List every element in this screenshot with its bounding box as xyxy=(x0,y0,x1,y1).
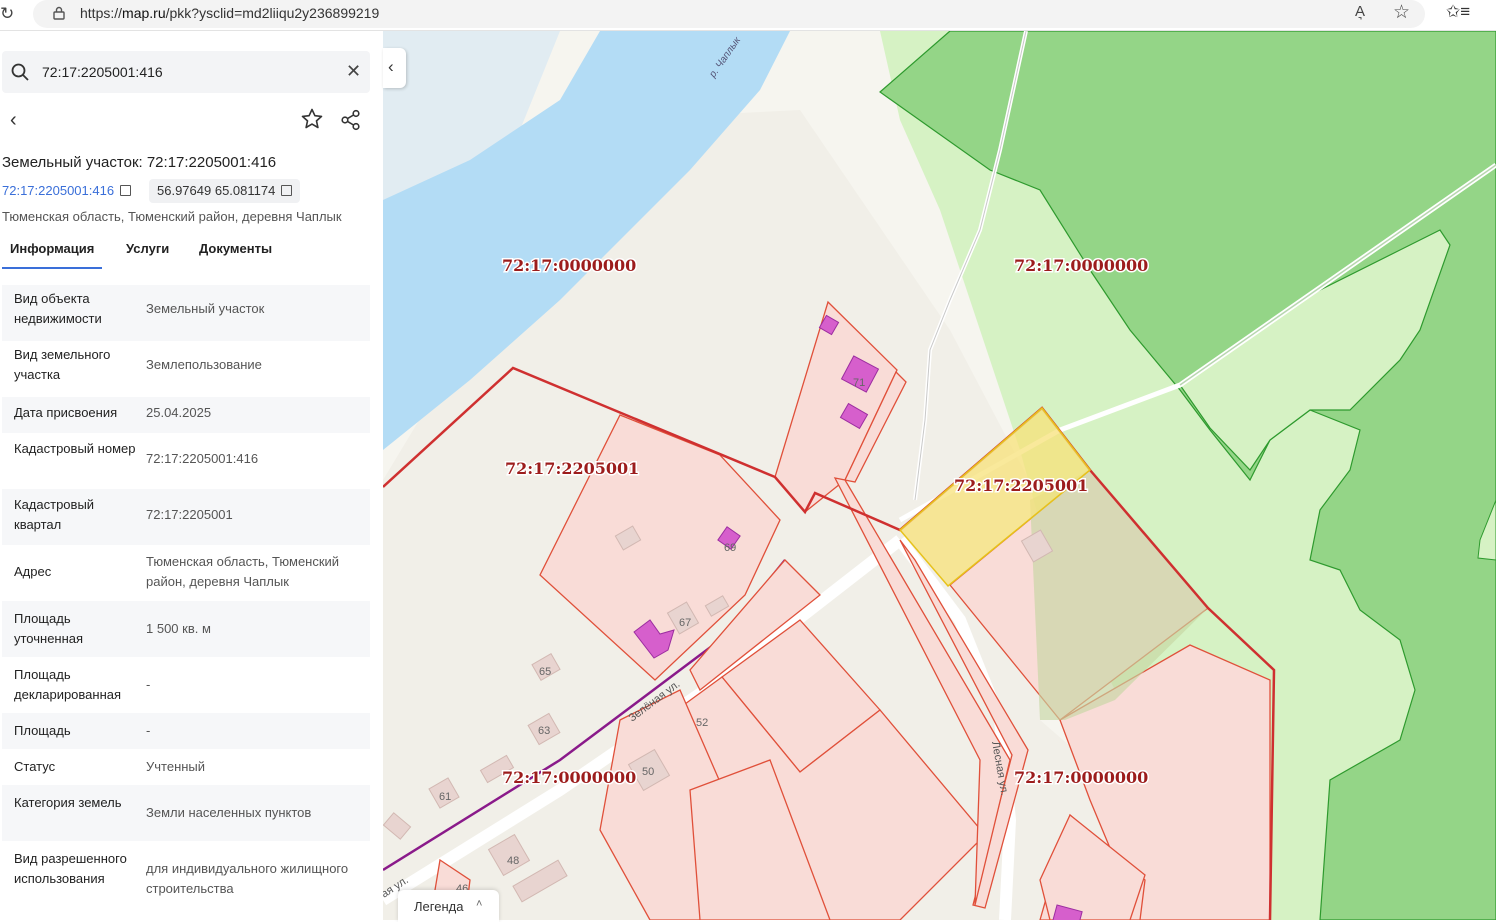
favorite-star-icon[interactable]: ☆ xyxy=(1393,1,1410,24)
row-label: Площадь декларированная xyxy=(14,667,122,702)
row-value: Земельный участок xyxy=(146,301,265,316)
row-label: Вид объекта недвижимости xyxy=(14,291,102,326)
collapse-panel-button[interactable]: ‹ xyxy=(383,48,406,88)
house-number: 48 xyxy=(507,855,519,867)
quarter-label: 72:17:0000000 xyxy=(1014,768,1148,787)
map-canvas[interactable]: 71 69 67 65 63 61 52 50 48 46 Зелёная ул… xyxy=(383,31,1496,920)
coordinates-text: 56.97649 65.081174 xyxy=(157,183,276,198)
house-number: 69 xyxy=(724,542,736,554)
row-label: Адрес xyxy=(14,564,52,579)
tab-bar: Информация Услуги Документы xyxy=(2,231,372,269)
share-icon[interactable] xyxy=(340,109,362,131)
search-input[interactable]: 72:17:2205001:416 xyxy=(42,64,163,80)
reload-icon[interactable]: ↻ xyxy=(0,4,14,24)
house-number: 61 xyxy=(439,791,451,803)
close-icon[interactable]: ✕ xyxy=(346,61,361,82)
browser-toolbar: ↻ https://map.ru/pkk?ysclid=md2liiqu2y23… xyxy=(0,0,1496,31)
favorites-icon[interactable]: ✩≡ xyxy=(1446,2,1470,22)
row-value: 1 500 кв. м xyxy=(146,621,211,636)
star-icon[interactable] xyxy=(300,107,324,131)
row-value: Землепользование xyxy=(146,357,262,372)
url-scheme: https:// xyxy=(80,5,123,21)
row-value: Земли населенных пунктов xyxy=(146,805,312,820)
map-svg[interactable]: 71 69 67 65 63 61 52 50 48 46 Зелёная ул… xyxy=(383,31,1496,920)
chevron-up-icon: ˄ xyxy=(476,898,483,910)
house-number: 50 xyxy=(642,766,654,778)
row-label: Вид земельного участка xyxy=(14,347,111,382)
table-row: Адрес Тюменская область, Тюменский район… xyxy=(2,545,370,601)
quarter-label: 72:17:2205001 xyxy=(505,459,639,478)
row-label: Кадастровый номер xyxy=(14,441,136,456)
row-label: Дата присвоения xyxy=(14,405,118,420)
table-row: Кадастровый квартал 72:17:2205001 xyxy=(2,489,370,545)
row-value: 72:17:2205001 xyxy=(146,507,233,522)
url-host: map.ru xyxy=(122,5,166,21)
search-icon xyxy=(11,63,29,81)
row-value: - xyxy=(146,723,151,738)
back-button[interactable]: ‹ xyxy=(10,109,17,132)
tab-information[interactable]: Информация xyxy=(2,241,103,269)
quarter-label: 72:17:0000000 xyxy=(502,768,636,787)
page-title: Земельный участок: 72:17:2205001:416 xyxy=(2,154,277,171)
row-label: Категория земель xyxy=(14,795,122,810)
house-number: 52 xyxy=(696,717,708,729)
tab-services[interactable]: Услуги xyxy=(126,241,169,256)
table-row: Площадь уточненная 1 500 кв. м xyxy=(2,601,370,657)
quarter-label: 72:17:0000000 xyxy=(1014,256,1148,275)
info-table: Вид объекта недвижимости Земельный участ… xyxy=(2,285,370,901)
house-number: 65 xyxy=(539,666,551,678)
info-panel: 72:17:2205001:416 ✕ ‹ Земельный участок:… xyxy=(0,31,382,920)
read-aloud-icon[interactable]: A͉ xyxy=(1355,3,1365,20)
row-value: 72:17:2205001:416 xyxy=(146,451,259,466)
row-value: Учтенный xyxy=(146,759,206,774)
lock-icon[interactable] xyxy=(53,6,65,20)
house-number: 67 xyxy=(679,617,691,629)
row-label: Вид разрешенного использования xyxy=(14,851,127,886)
url-text[interactable]: https://map.ru/pkk?ysclid=md2liiqu2y2368… xyxy=(80,5,379,21)
quarter-label: 72:17:0000000 xyxy=(502,256,636,275)
chevron-left-icon: ‹ xyxy=(388,57,394,76)
table-row: Вид разрешенного использования для индив… xyxy=(2,841,370,901)
row-label: Площадь xyxy=(14,723,71,738)
row-value: Тюменская область, Тюменский район, дере… xyxy=(146,554,340,589)
row-value: 25.04.2025 xyxy=(146,405,212,420)
table-row: Дата присвоения 25.04.2025 xyxy=(2,397,370,433)
table-row: Площадь - xyxy=(2,713,370,749)
table-row: Площадь декларированная - xyxy=(2,657,370,713)
address-bar[interactable]: https://map.ru/pkk?ysclid=md2liiqu2y2368… xyxy=(33,0,1425,28)
table-row: Статус Учтенный xyxy=(2,749,370,785)
row-label: Площадь уточненная xyxy=(14,611,84,646)
cadastral-link-text[interactable]: 72:17:2205001:416 xyxy=(2,183,114,198)
table-row: Категория земель Земли населенных пункто… xyxy=(2,785,370,841)
table-row: Кадастровый номер 72:17:2205001:416 xyxy=(2,433,370,489)
row-value: для индивидуального жилищного строительс… xyxy=(146,861,349,896)
search-box[interactable]: 72:17:2205001:416 ✕ xyxy=(2,51,370,93)
address-text: Тюменская область, Тюменский район, дере… xyxy=(2,209,342,224)
row-label: Кадастровый квартал xyxy=(14,497,95,532)
house-number: 71 xyxy=(853,377,865,389)
copy-icon[interactable] xyxy=(281,185,293,196)
coordinates-badge[interactable]: 56.97649 65.081174 xyxy=(149,179,301,203)
house-number: 63 xyxy=(538,725,550,737)
table-row: Вид земельного участка Землепользование xyxy=(2,341,370,397)
legend-button[interactable]: Легенда ˄ xyxy=(398,890,499,922)
row-label: Статус xyxy=(14,759,56,774)
quarter-label: 72:17:2205001 xyxy=(954,476,1088,495)
row-value: - xyxy=(146,677,151,692)
copy-icon[interactable] xyxy=(120,185,132,196)
legend-label: Легенда xyxy=(414,899,464,914)
table-row: Вид объекта недвижимости Земельный участ… xyxy=(2,285,370,341)
tab-documents[interactable]: Документы xyxy=(199,241,272,256)
cadastral-link[interactable]: 72:17:2205001:416 xyxy=(2,183,132,198)
url-path: /pkk?ysclid=md2liiqu2y236899219 xyxy=(165,5,380,21)
